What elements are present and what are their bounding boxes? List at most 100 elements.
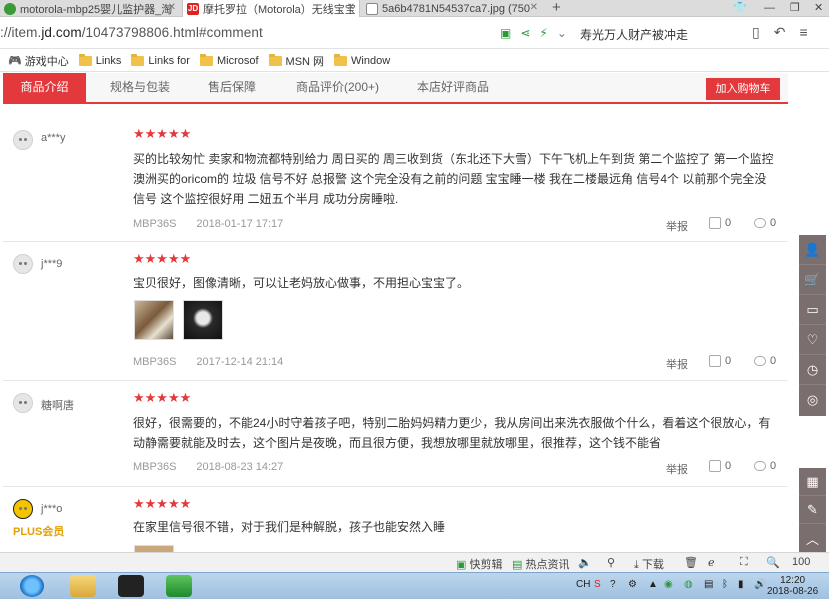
star-rating: ★★★★★ bbox=[133, 390, 192, 405]
tray-360-icon[interactable]: ◉ bbox=[664, 579, 673, 590]
avatar bbox=[13, 254, 33, 274]
review-date: 2017-12-14 21:14 bbox=[196, 356, 284, 368]
minimize-icon[interactable]: — bbox=[764, 0, 775, 17]
reply-button[interactable]: 0 bbox=[754, 217, 776, 229]
tab-reviews[interactable]: 商品评价(200+) bbox=[296, 73, 379, 102]
folder-icon bbox=[199, 53, 213, 66]
close-window-icon[interactable]: ✕ bbox=[814, 0, 823, 17]
browser-360-icon[interactable] bbox=[166, 575, 192, 597]
like-button[interactable]: 0 bbox=[709, 460, 731, 472]
url-field[interactable]: ://item.jd.com/10473798806.html#comment bbox=[0, 25, 263, 40]
bluetooth-icon[interactable]: ᛒ bbox=[722, 579, 728, 590]
system-clock[interactable]: 12:20 2018-08-26 bbox=[767, 575, 818, 597]
chevron-down-icon[interactable]: ⌄ bbox=[557, 26, 567, 40]
bookmark-game-center[interactable]: 🎮 游戏中心 bbox=[8, 53, 69, 69]
speaker-icon[interactable]: 🔈 bbox=[578, 556, 592, 569]
feedback-icon[interactable]: ✎ bbox=[799, 496, 826, 524]
trash-icon[interactable]: 🗑 bbox=[684, 556, 698, 569]
download-label: 下载 bbox=[641, 559, 664, 571]
avatar bbox=[13, 393, 33, 413]
jd-floating-toolbar-bottom: ▦ ✎ ︿ bbox=[799, 468, 826, 552]
zoom-level[interactable]: 100 bbox=[792, 556, 810, 568]
quick-cut-button[interactable]: ▣ 快剪辑 bbox=[456, 556, 502, 572]
input-language[interactable]: CH bbox=[576, 579, 590, 590]
thumbs-up-icon bbox=[709, 217, 721, 229]
bookmark-windows[interactable]: Window bbox=[334, 53, 390, 67]
search-suggestion[interactable]: 寿光万人财产被冲走 bbox=[580, 26, 688, 43]
message-icon[interactable]: ◎ bbox=[799, 385, 826, 415]
tab-after-sales[interactable]: 售后保障 bbox=[208, 73, 256, 102]
tab-product-intro[interactable]: 商品介绍 bbox=[3, 73, 86, 102]
sogou-ime-icon[interactable]: S bbox=[594, 579, 601, 590]
start-button-icon[interactable] bbox=[20, 575, 44, 597]
qrcode-icon[interactable]: ▣ bbox=[500, 26, 511, 40]
product-model: MBP36S bbox=[133, 461, 177, 473]
new-tab-button[interactable]: + bbox=[552, 0, 561, 16]
bookmark-links[interactable]: Links bbox=[78, 53, 121, 67]
bookmark-label: MSN 网 bbox=[285, 55, 325, 68]
video-cut-icon: ▣ bbox=[456, 559, 467, 571]
pin-icon[interactable]: ⚲ bbox=[607, 556, 615, 569]
report-link[interactable]: 举报 bbox=[666, 461, 688, 477]
image-favicon-icon bbox=[366, 2, 378, 15]
tab-store-top-rated[interactable]: 本店好评商品 bbox=[417, 73, 489, 102]
report-link[interactable]: 举报 bbox=[666, 218, 688, 234]
close-tab-icon[interactable]: ✕ bbox=[168, 2, 176, 13]
clock-time: 12:20 bbox=[780, 575, 806, 586]
toolbar-right: ▯ ↶ ≡ bbox=[752, 24, 808, 41]
zoom-icon[interactable]: 🔍 bbox=[766, 556, 780, 569]
user-icon[interactable]: 👤 bbox=[799, 235, 826, 265]
coupon-icon[interactable]: ▭ bbox=[799, 295, 826, 325]
qrcode-icon[interactable]: ▦ bbox=[799, 468, 826, 496]
undo-icon[interactable]: ↶ bbox=[774, 24, 786, 41]
restore-icon[interactable]: ❐ bbox=[790, 0, 800, 17]
browser-tab-3[interactable]: 5a6b4781N54537ca7.jpg (750 ✕ bbox=[362, 0, 542, 17]
network-icon[interactable]: ▤ bbox=[704, 579, 713, 590]
reply-button[interactable]: 0 bbox=[754, 355, 776, 367]
review-photo[interactable] bbox=[134, 300, 174, 340]
like-button[interactable]: 0 bbox=[709, 217, 731, 229]
bookmark-msn[interactable]: MSN 网 bbox=[268, 53, 325, 69]
history-icon[interactable]: ◷ bbox=[799, 355, 826, 385]
signal-icon[interactable]: ▮ bbox=[738, 579, 744, 590]
like-button[interactable]: 0 bbox=[709, 355, 731, 367]
review-photo[interactable] bbox=[134, 545, 174, 552]
tab-spec-packaging[interactable]: 规格与包装 bbox=[110, 73, 170, 102]
ie-icon[interactable]: ℯ bbox=[708, 556, 715, 569]
security-shield-icon[interactable]: ◍ bbox=[684, 579, 693, 590]
url-path: /10473798806.html#comment bbox=[81, 25, 263, 40]
review-username: 糖啊唐 bbox=[41, 400, 74, 412]
clock-date: 2018-08-26 bbox=[767, 586, 819, 597]
show-hidden-icons[interactable]: ▲ bbox=[648, 579, 658, 590]
report-link[interactable]: 举报 bbox=[666, 356, 688, 372]
review-photo[interactable] bbox=[183, 300, 223, 340]
bookmark-links-for[interactable]: Links for bbox=[131, 53, 190, 67]
bookmarks-bar: 🎮 游戏中心 Links Links for Microsof MSN 网 Win… bbox=[0, 50, 829, 72]
share-icon[interactable]: ⋖ bbox=[520, 26, 530, 40]
tray-settings-icon[interactable]: ⚙ bbox=[628, 579, 637, 590]
menu-icon[interactable]: ≡ bbox=[799, 24, 807, 41]
file-explorer-icon[interactable] bbox=[70, 575, 96, 597]
close-tab-icon[interactable]: ✕ bbox=[530, 2, 538, 13]
star-rating: ★★★★★ bbox=[133, 251, 192, 266]
reply-button[interactable]: 0 bbox=[754, 460, 776, 472]
add-to-cart-button[interactable]: 加入购物车 bbox=[706, 78, 780, 100]
browser-tab-1[interactable]: motorola-mbp25婴儿监护器_淘 ✕ bbox=[0, 0, 180, 17]
hot-news-button[interactable]: ▤ 热点资讯 bbox=[512, 556, 569, 572]
download-button[interactable]: ⤓ 下载 bbox=[634, 556, 664, 572]
browser-tab-2[interactable]: JD 摩托罗拉（Motorola）无线宝宝 ✕ bbox=[182, 0, 360, 17]
fullscreen-icon[interactable]: ⛶ bbox=[740, 556, 748, 569]
media-player-icon[interactable] bbox=[118, 575, 144, 597]
review-meta: MBP36S 2018-01-17 17:17 bbox=[133, 218, 283, 230]
close-tab-icon[interactable]: ✕ bbox=[347, 2, 355, 13]
heart-icon[interactable]: ♡ bbox=[799, 325, 826, 355]
bookmark-microsoft[interactable]: Microsof bbox=[199, 53, 259, 67]
phone-icon[interactable]: ▯ bbox=[752, 24, 760, 41]
volume-icon[interactable]: 🔊 bbox=[754, 579, 766, 590]
shirt-icon[interactable]: 👕 bbox=[733, 0, 747, 17]
back-to-top-icon[interactable]: ︿ bbox=[799, 524, 826, 552]
lightning-icon[interactable]: ⚡ bbox=[539, 26, 547, 40]
help-icon[interactable]: ? bbox=[610, 579, 616, 590]
browser-tab-strip: motorola-mbp25婴儿监护器_淘 ✕ JD 摩托罗拉（Motorola… bbox=[0, 0, 829, 17]
cart-icon[interactable]: 🛒 bbox=[799, 265, 826, 295]
